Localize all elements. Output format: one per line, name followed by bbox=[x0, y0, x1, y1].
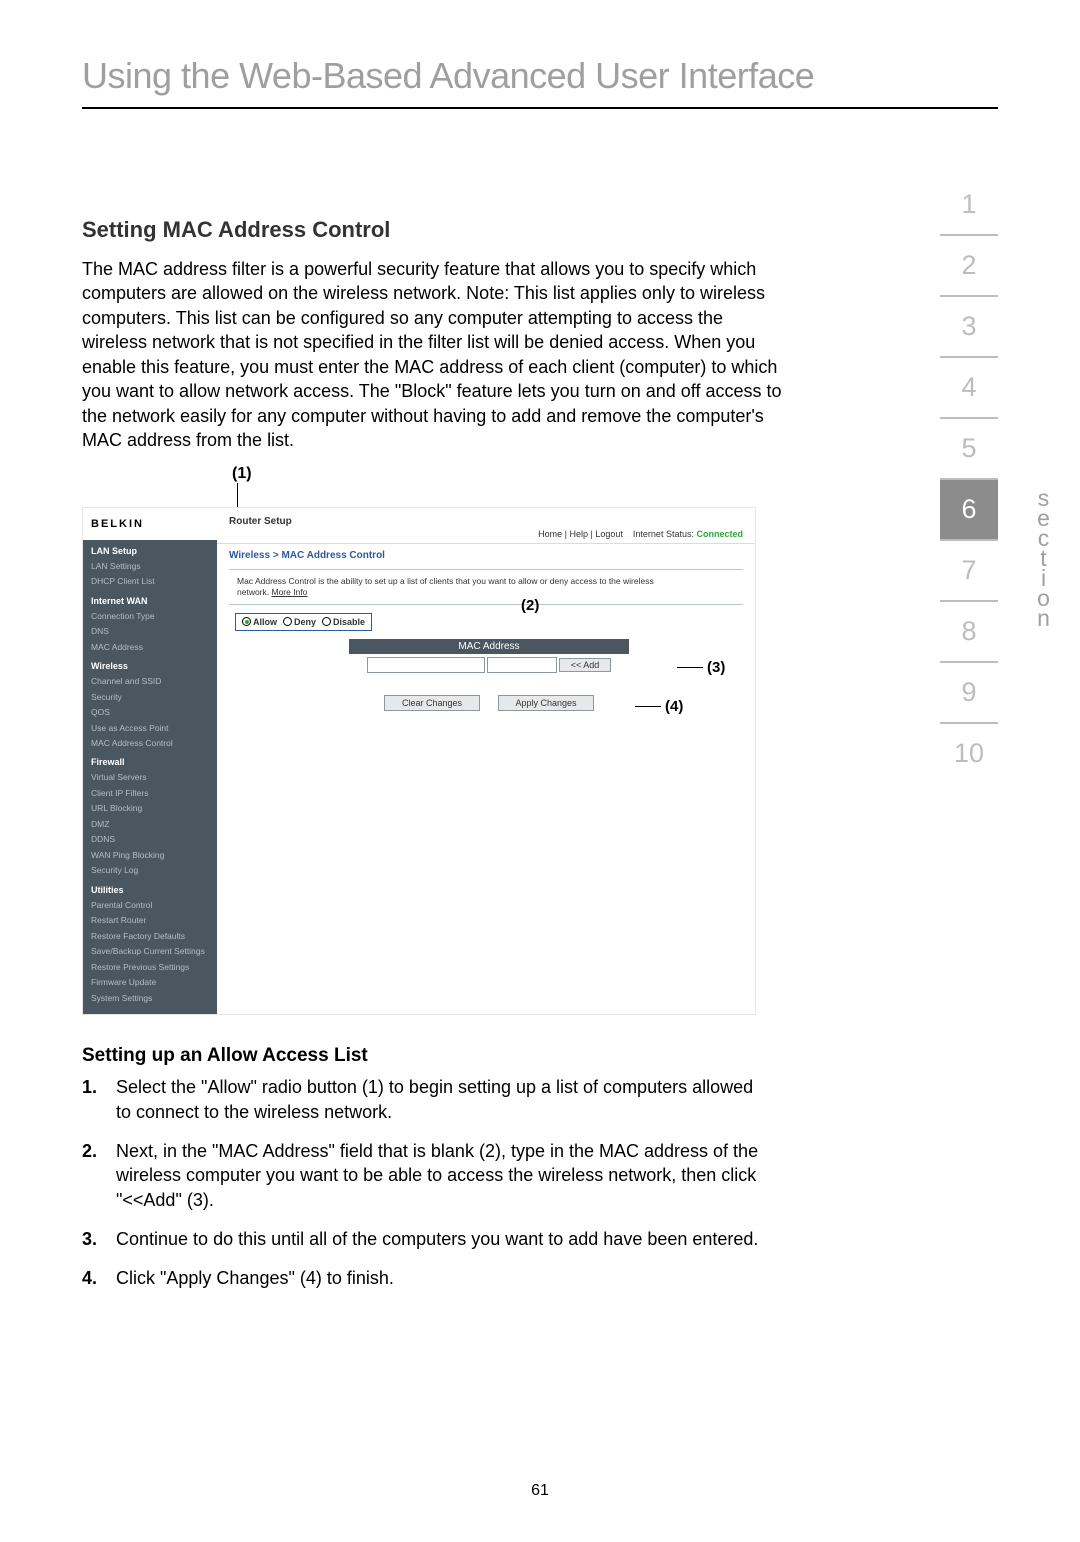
section-tab-7[interactable]: 7 bbox=[940, 541, 998, 602]
nav-item[interactable]: Restore Factory Defaults bbox=[83, 929, 217, 944]
nav-head-lan: LAN Setup bbox=[83, 540, 217, 559]
divider bbox=[229, 569, 743, 570]
callout-4: (4) bbox=[635, 698, 683, 715]
router-content: Router Setup Home | Help | Logout Intern… bbox=[217, 508, 755, 1014]
router-screenshot: BELKIN LAN Setup LAN Settings DHCP Clien… bbox=[82, 507, 756, 1015]
section-heading: Setting MAC Address Control bbox=[82, 217, 998, 243]
nav-head-utilities: Utilities bbox=[83, 879, 217, 898]
nav-item[interactable]: Save/Backup Current Settings bbox=[83, 944, 217, 959]
section-tab-3[interactable]: 3 bbox=[940, 297, 998, 358]
router-sidebar: BELKIN LAN Setup LAN Settings DHCP Clien… bbox=[83, 508, 217, 1014]
nav-item[interactable]: Security Log bbox=[83, 863, 217, 878]
nav-head-wireless: Wireless bbox=[83, 655, 217, 674]
nav-item[interactable]: WAN Ping Blocking bbox=[83, 848, 217, 863]
more-info-link[interactable]: More Info bbox=[272, 587, 308, 597]
nav-item[interactable]: Security bbox=[83, 690, 217, 705]
apply-changes-button[interactable]: Apply Changes bbox=[498, 695, 594, 711]
section-tab-5[interactable]: 5 bbox=[940, 419, 998, 480]
nav-item[interactable]: DNS bbox=[83, 624, 217, 639]
nav-item[interactable]: Use as Access Point bbox=[83, 721, 217, 736]
subsection-heading: Setting up an Allow Access List bbox=[82, 1045, 998, 1067]
nav-item[interactable]: LAN Settings bbox=[83, 559, 217, 574]
steps-list: Select the "Allow" radio button (1) to b… bbox=[82, 1075, 762, 1291]
page-number: 61 bbox=[0, 1482, 1080, 1500]
nav-item[interactable]: MAC Address Control bbox=[83, 736, 217, 751]
mac-area: MAC Address << Add Clear Changes Apply C… bbox=[217, 639, 755, 721]
radio-deny[interactable]: Deny bbox=[283, 617, 316, 627]
radio-disable[interactable]: Disable bbox=[322, 617, 365, 627]
step-item: Select the "Allow" radio button (1) to b… bbox=[82, 1075, 762, 1125]
radio-dot-icon bbox=[322, 617, 331, 626]
mac-input[interactable] bbox=[367, 657, 485, 673]
nav-item[interactable]: DDNS bbox=[83, 832, 217, 847]
mac-header: MAC Address bbox=[349, 639, 629, 654]
radio-label: Disable bbox=[333, 617, 365, 627]
section-tab-2[interactable]: 2 bbox=[940, 236, 998, 297]
nav-head-wan: Internet WAN bbox=[83, 590, 217, 609]
nav-item[interactable]: Restore Previous Settings bbox=[83, 960, 217, 975]
divider bbox=[229, 604, 743, 605]
section-tab-10[interactable]: 10 bbox=[940, 724, 998, 783]
radio-dot-icon bbox=[283, 617, 292, 626]
nav-item[interactable]: Client IP Filters bbox=[83, 786, 217, 801]
mode-radio-group: Allow Deny Disable bbox=[235, 613, 372, 631]
section-tabs: 1 2 3 4 5 6 7 8 9 10 bbox=[940, 175, 998, 783]
step-item: Click "Apply Changes" (4) to finish. bbox=[82, 1266, 762, 1291]
nav-item[interactable]: System Settings bbox=[83, 991, 217, 1006]
step-item: Continue to do this until all of the com… bbox=[82, 1227, 762, 1252]
nav-item[interactable]: DHCP Client List bbox=[83, 574, 217, 589]
section-vertical-label: section bbox=[1034, 488, 1054, 628]
callout-3: (3) bbox=[677, 659, 725, 676]
nav-head-firewall: Firewall bbox=[83, 751, 217, 770]
clear-changes-button[interactable]: Clear Changes bbox=[384, 695, 480, 711]
step-item: Next, in the "MAC Address" field that is… bbox=[82, 1139, 762, 1213]
brand-logo: BELKIN bbox=[83, 508, 217, 540]
nav-item[interactable]: Connection Type bbox=[83, 609, 217, 624]
nav-item[interactable]: DMZ bbox=[83, 817, 217, 832]
callout-1-line bbox=[237, 483, 998, 507]
nav-item[interactable]: Virtual Servers bbox=[83, 770, 217, 785]
status-value: Connected bbox=[696, 529, 743, 539]
radio-allow[interactable]: Allow bbox=[242, 617, 277, 627]
nav-item[interactable]: QOS bbox=[83, 705, 217, 720]
feature-description: Mac Address Control is the ability to se… bbox=[217, 572, 697, 602]
nav-item[interactable]: MAC Address bbox=[83, 640, 217, 655]
section-tab-9[interactable]: 9 bbox=[940, 663, 998, 724]
status-label: Internet Status: bbox=[633, 529, 694, 539]
breadcrumb: Wireless > MAC Address Control bbox=[217, 543, 755, 567]
radio-dot-icon bbox=[242, 617, 251, 626]
top-links: Home | Help | Logout Internet Status: Co… bbox=[217, 529, 755, 543]
section-tab-8[interactable]: 8 bbox=[940, 602, 998, 663]
radio-label: Deny bbox=[294, 617, 316, 627]
callout-2: (2) bbox=[517, 597, 539, 614]
intro-paragraph: The MAC address filter is a powerful sec… bbox=[82, 257, 782, 453]
nav-item[interactable]: Channel and SSID bbox=[83, 674, 217, 689]
callout-1: (1) bbox=[232, 465, 998, 483]
nav-item[interactable]: Firmware Update bbox=[83, 975, 217, 990]
page-title: Using the Web-Based Advanced User Interf… bbox=[82, 55, 998, 109]
top-links-left[interactable]: Home | Help | Logout bbox=[538, 529, 623, 539]
section-tab-4[interactable]: 4 bbox=[940, 358, 998, 419]
nav-item[interactable]: Restart Router bbox=[83, 913, 217, 928]
nav-item[interactable]: URL Blocking bbox=[83, 801, 217, 816]
mac-input-2[interactable] bbox=[487, 657, 557, 673]
radio-label: Allow bbox=[253, 617, 277, 627]
nav-item[interactable]: Parental Control bbox=[83, 898, 217, 913]
section-tab-6[interactable]: 6 bbox=[940, 480, 998, 541]
add-button[interactable]: << Add bbox=[559, 658, 611, 672]
router-setup-label: Router Setup bbox=[217, 508, 755, 529]
section-tab-1[interactable]: 1 bbox=[940, 175, 998, 236]
